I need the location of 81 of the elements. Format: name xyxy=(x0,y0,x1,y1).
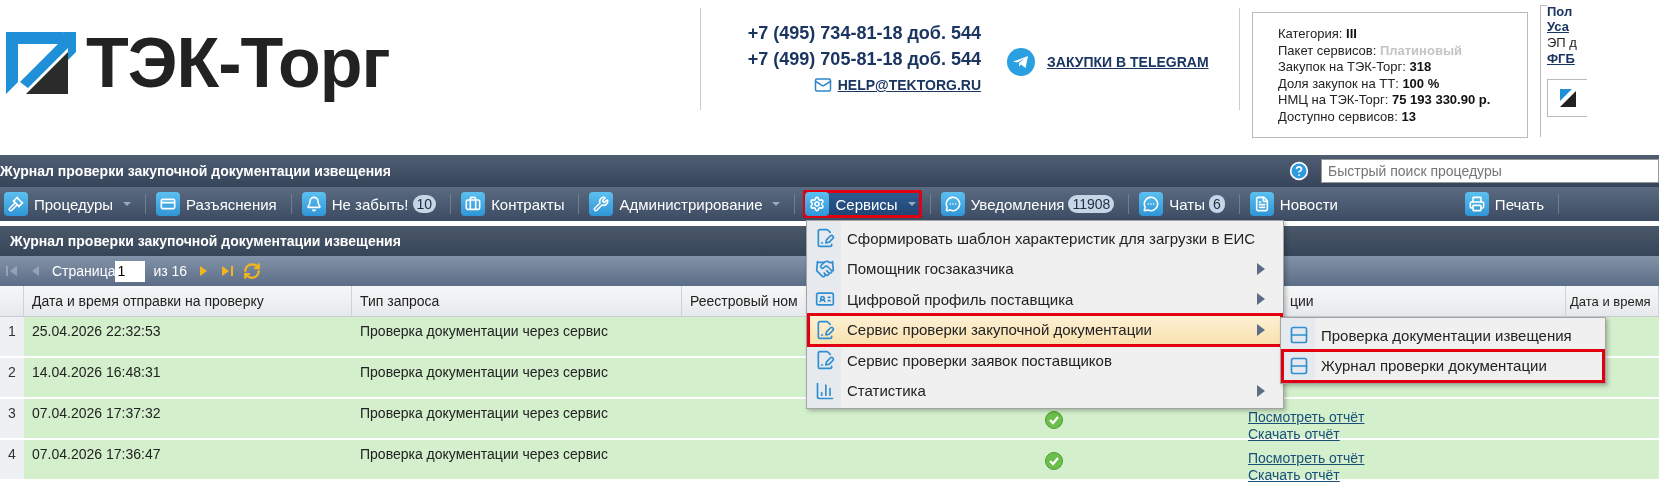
document-pencil-icon xyxy=(815,319,835,340)
report-link[interactable]: Посмотреть отчёт xyxy=(1248,450,1365,467)
info-line: Категория: III xyxy=(1278,26,1358,43)
help-icon[interactable] xyxy=(1289,161,1309,181)
phone-number: +7 (495) 734-81-18 доб. 544 xyxy=(747,22,981,45)
wrench-icon xyxy=(589,192,614,216)
page-field[interactable]: 1 xyxy=(115,260,146,282)
side-link[interactable]: Уса xyxy=(1547,19,1580,35)
side-text: ЭП д xyxy=(1547,35,1578,51)
row-number: 4 xyxy=(0,440,24,479)
table-cell-text: 07.04.2026 17:36:47 xyxy=(31,445,162,464)
logo-icon xyxy=(6,32,76,94)
table-cell-text: 14.04.2026 16:48:31 xyxy=(31,363,162,382)
column-header: Дата и время xyxy=(1566,286,1659,316)
toolbar-button[interactable]: Процедуры xyxy=(2,190,138,218)
info-line: НМЦ на ТЭК-Торг: 75 193 330.90 р. xyxy=(1278,92,1492,109)
row-number: 1 xyxy=(0,317,24,356)
menu-item[interactable]: Сформировать шаблон характеристик для загрузки в ЕИС xyxy=(809,223,1281,254)
chat-bubble-icon xyxy=(1139,192,1164,216)
info-line: Доступно сервисов: 13 xyxy=(1278,108,1417,125)
rows-icon xyxy=(1289,325,1309,346)
side-link[interactable]: ФГБ xyxy=(1547,51,1580,67)
search-field[interactable]: Быстрый поиск процедуры xyxy=(1321,159,1659,183)
print-button[interactable]: Печать xyxy=(1462,190,1550,218)
report-link[interactable]: Посмотреть отчёт xyxy=(1248,409,1365,426)
report-link[interactable]: Скачать отчёт xyxy=(1248,426,1340,443)
table-cell-text: 25.04.2026 22:32:53 xyxy=(31,322,162,341)
briefcase-icon xyxy=(461,192,486,216)
row-number: 3 xyxy=(0,399,24,438)
menu-item[interactable]: Помощник госзаказчика xyxy=(809,253,1281,284)
toolbar-button[interactable]: Администрирование xyxy=(587,190,787,218)
printer-icon xyxy=(1464,192,1489,216)
chart-icon xyxy=(815,380,835,401)
handshake-icon xyxy=(815,258,835,279)
document-pencil-icon xyxy=(815,228,835,249)
table-cell-text: 07.04.2026 17:37:32 xyxy=(31,404,162,423)
chat-bubble-icon xyxy=(940,192,965,216)
email-link[interactable]: HELP@TEKTORG.RU xyxy=(837,77,981,93)
document-icon xyxy=(1249,192,1274,216)
rows-icon xyxy=(1289,355,1309,376)
toolbar-button[interactable]: Уведомления 11908 xyxy=(938,190,1121,218)
telegram-link[interactable]: ЗАКУПКИ В TELEGRAM xyxy=(1047,54,1209,70)
telegram-icon[interactable] xyxy=(1007,48,1035,76)
first-page-icon xyxy=(4,263,20,279)
phone-number: +7 (499) 705-81-18 доб. 544 xyxy=(747,48,981,71)
toolbar-button[interactable]: Контракты xyxy=(459,190,571,218)
row-number: 2 xyxy=(0,358,24,397)
toolbar-button[interactable]: Разъяснения xyxy=(154,190,283,218)
bell-icon xyxy=(301,192,326,216)
menu-item[interactable]: Статистика xyxy=(809,375,1281,406)
last-page-icon xyxy=(219,263,236,279)
page-label: Страница xyxy=(52,263,116,279)
logo-icon xyxy=(1560,89,1576,107)
menu-item[interactable]: Сервис проверки заявок поставщиков xyxy=(809,345,1281,376)
toolbar-button[interactable]: Чаты 6 xyxy=(1137,190,1231,218)
menu-item[interactable]: Сервис проверки закупочной документации xyxy=(809,314,1281,345)
envelope-icon xyxy=(813,76,832,94)
toolbar-button[interactable]: Не забыть! 10 xyxy=(299,190,443,218)
document-pencil-icon xyxy=(815,350,835,371)
column-header: Дата и время отправки на проверку xyxy=(24,286,352,316)
window-title: Журнал проверки закупочной документации извещения xyxy=(0,163,392,179)
gavel-icon xyxy=(4,192,28,216)
refresh-icon[interactable] xyxy=(243,262,262,280)
panel-title: Пол xyxy=(1547,4,1580,19)
side-button[interactable] xyxy=(1547,79,1587,117)
page-total: из 16 xyxy=(153,263,188,279)
column-header: Тип запроса xyxy=(352,286,682,316)
menu-item[interactable]: Проверка документации извещения xyxy=(1283,320,1603,351)
menu-item[interactable]: Журнал проверки документации xyxy=(1283,350,1603,381)
table-cell-text: Проверка документации через сервис xyxy=(359,363,609,382)
report-link[interactable]: Скачать отчёт xyxy=(1248,467,1340,484)
pager-button[interactable] xyxy=(219,263,236,279)
card-icon xyxy=(156,192,181,216)
toolbar-button[interactable]: Сервисы xyxy=(803,190,922,218)
table-cell-text: Проверка документации через сервис xyxy=(359,322,609,341)
table-cell-text: Проверка документации через сервис xyxy=(359,445,609,464)
info-line: Пакет сервисов: Платиновый xyxy=(1278,42,1463,59)
info-line: Закупок на ТЭК-Торг: 318 xyxy=(1278,59,1433,76)
toolbar-button[interactable]: Новости xyxy=(1247,190,1344,218)
table-cell-text: Проверка документации через сервис xyxy=(359,404,609,423)
info-line: Доля закупок на ТТ: 100 % xyxy=(1278,75,1441,92)
